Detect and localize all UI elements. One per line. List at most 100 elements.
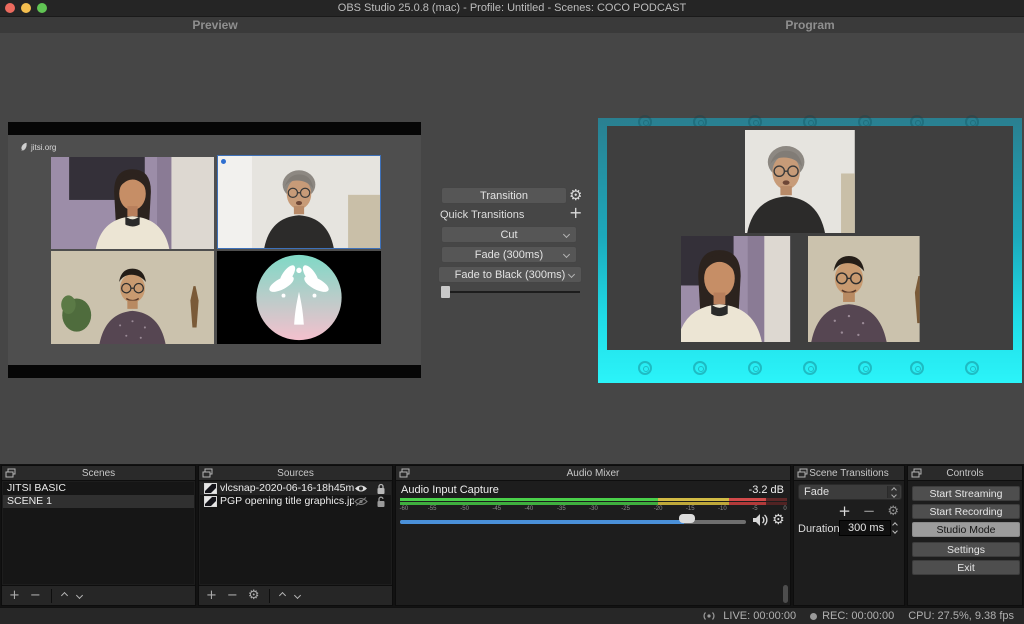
program-tile-woman-grayhair	[745, 130, 873, 233]
scene-item-scene-1[interactable]: SCENE 1	[3, 495, 194, 508]
quill-icon	[20, 142, 28, 152]
ring-decoration	[693, 361, 707, 375]
source-properties-gear-icon[interactable]: ⚙	[248, 589, 260, 602]
add-scene-icon[interactable]: +	[9, 589, 20, 602]
duration-down-icon[interactable]	[892, 528, 898, 534]
ring-decoration	[965, 361, 979, 375]
scene-item-jitsi-basic[interactable]: JITSI BASIC	[3, 482, 194, 495]
obs-main-window: OBS Studio 25.0.8 (mac) - Profile: Untit…	[0, 0, 1024, 624]
tbar-slider-track[interactable]	[441, 291, 580, 293]
audio-level-db: -3.2 dB	[749, 484, 784, 496]
dock-popout-icon[interactable]	[911, 468, 922, 478]
move-source-up-icon[interactable]	[279, 592, 286, 599]
ring-decoration	[638, 361, 652, 375]
studio-mode-button[interactable]: Studio Mode	[912, 522, 1020, 537]
audio-mixer-dock-title: Audio Mixer	[396, 466, 790, 481]
ring-decoration	[858, 361, 872, 375]
remove-transition-icon[interactable]: −	[863, 504, 876, 519]
scene-list: JITSI BASIC SCENE 1	[3, 482, 194, 584]
duration-spinner[interactable]: 300 ms	[839, 520, 891, 536]
dock-popout-icon[interactable]	[5, 468, 16, 478]
status-bar: LIVE: 00:00:00 REC: 00:00:00 CPU: 27.5%,…	[0, 607, 1024, 624]
jitsi-logo: jitsi.org	[20, 142, 56, 152]
remove-source-icon[interactable]: −	[227, 589, 238, 602]
visibility-eye-icon[interactable]	[354, 484, 368, 493]
source-item-vlcsnap[interactable]: vlcsnap-2020-06-16-18h45m	[200, 482, 391, 495]
cpu-fps-status: CPU: 27.5%, 9.38 fps	[908, 610, 1014, 622]
studio-mode-label-strip: Preview Program	[0, 17, 1024, 33]
exit-button[interactable]: Exit	[912, 560, 1020, 575]
scenes-dock: Scenes JITSI BASIC SCENE 1 + −	[1, 465, 196, 606]
transition-properties-gear-icon[interactable]: ⚙	[569, 188, 582, 203]
audio-channel-name: Audio Input Capture	[401, 484, 499, 496]
video-tile-woman-purple	[51, 157, 214, 249]
broadcast-icon	[700, 611, 718, 621]
transition-button[interactable]: Transition	[441, 187, 567, 204]
transition-gear-icon[interactable]: ⚙	[887, 505, 899, 518]
combobox-stepper[interactable]	[887, 486, 900, 498]
program-tile-woman-purple	[681, 236, 805, 342]
move-scene-down-icon[interactable]	[76, 592, 83, 599]
sources-dock-title: Sources	[199, 466, 392, 481]
quick-transition-cut-button[interactable]: Cut	[441, 226, 577, 243]
image-source-icon	[204, 496, 217, 507]
image-source-icon	[204, 483, 217, 494]
add-transition-icon[interactable]: +	[838, 504, 851, 519]
quick-transition-fade-to-black-button[interactable]: Fade to Black (300ms)	[438, 266, 582, 283]
window-title: OBS Studio 25.0.8 (mac) - Profile: Untit…	[0, 2, 1024, 14]
speaker-icon[interactable]	[752, 513, 768, 527]
lock-closed-icon[interactable]	[376, 483, 386, 495]
video-tile-avatar	[217, 251, 381, 344]
ring-decoration	[803, 361, 817, 375]
mixer-gear-icon[interactable]: ⚙	[772, 513, 785, 527]
controls-dock: Controls Start Streaming Start Recording…	[907, 465, 1023, 606]
remove-scene-icon[interactable]: −	[30, 589, 41, 602]
dock-popout-icon[interactable]	[202, 468, 213, 478]
volume-slider-handle[interactable]	[679, 514, 695, 523]
dock-popout-icon[interactable]	[797, 468, 808, 478]
video-tile-man-glasses	[51, 251, 214, 344]
program-tile-man-glasses	[808, 236, 937, 342]
source-list: vlcsnap-2020-06-16-18h45m PGP opening ti…	[200, 482, 391, 584]
mixer-scrollbar-thumb[interactable]	[783, 585, 788, 603]
quick-transition-fade-button[interactable]: Fade (300ms)	[441, 246, 577, 263]
toolbar-divider	[51, 589, 52, 603]
settings-button[interactable]: Settings	[912, 542, 1020, 557]
quick-transitions-label: Quick Transitions	[440, 209, 524, 221]
move-scene-up-icon[interactable]	[61, 592, 68, 599]
program-canvas[interactable]	[598, 118, 1022, 383]
tbar-slider-handle[interactable]	[441, 286, 450, 298]
ring-decoration	[910, 361, 924, 375]
chevron-down-icon	[563, 251, 570, 258]
add-quick-transition-icon[interactable]: +	[569, 205, 582, 221]
audio-mixer-dock: Audio Mixer Audio Input Capture -3.2 dB	[395, 465, 791, 606]
titlebar: OBS Studio 25.0.8 (mac) - Profile: Untit…	[0, 0, 1024, 17]
palm-avatar-icon	[217, 251, 381, 344]
program-pane-label: Program	[785, 18, 834, 32]
start-recording-button[interactable]: Start Recording	[912, 504, 1020, 519]
rec-status: REC: 00:00:00	[810, 610, 894, 622]
start-streaming-button[interactable]: Start Streaming	[912, 486, 1020, 501]
preview-canvas[interactable]: jitsi.org	[8, 122, 421, 378]
letterbox-bar	[8, 122, 421, 135]
dock-area: Scenes JITSI BASIC SCENE 1 + −	[0, 464, 1024, 607]
transition-type-combobox[interactable]: Fade	[798, 484, 902, 500]
preview-pane-label: Preview	[192, 18, 237, 32]
sources-dock: Sources vlcsnap-2020-06-16-18h45m PGP op…	[198, 465, 393, 606]
visibility-eye-off-icon[interactable]	[354, 497, 368, 506]
active-speaker-dot	[221, 159, 226, 164]
chevron-down-icon	[563, 231, 570, 238]
dock-popout-icon[interactable]	[399, 468, 410, 478]
video-tile-woman-grayhair	[217, 155, 381, 249]
toolbar-divider	[269, 589, 270, 603]
scene-transitions-dock: Scene Transitions Fade + − ⚙ Duration 30…	[793, 465, 905, 606]
volume-meter	[400, 498, 787, 505]
duration-up-icon[interactable]	[892, 522, 898, 528]
source-item-pgp-title[interactable]: PGP opening title graphics.jpg	[200, 495, 391, 508]
add-source-icon[interactable]: +	[206, 589, 217, 602]
lock-open-icon[interactable]	[376, 496, 386, 508]
duration-label: Duration	[798, 523, 840, 535]
scenes-dock-title: Scenes	[2, 466, 195, 481]
move-source-down-icon[interactable]	[294, 592, 301, 599]
record-dot-icon	[810, 613, 817, 620]
